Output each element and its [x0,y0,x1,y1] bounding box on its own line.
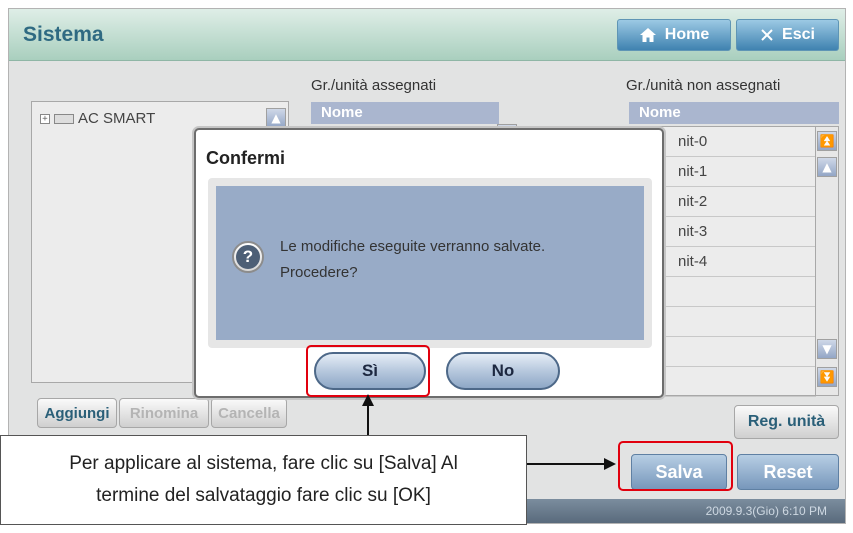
yes-highlight [306,345,430,397]
question-icon: ? [232,241,264,273]
home-label: Home [664,26,710,43]
callout-line1: Per applicare al sistema, fare clic su [… [69,453,458,474]
rename-button[interactable]: Rinomina [119,398,209,428]
tree-item-label: AC SMART [78,110,156,127]
assigned-column-title: Gr./unità assegnati [311,77,437,94]
title-bar: Sistema Home Esci [9,9,845,61]
instruction-callout: Per applicare al sistema, fare clic su [… [0,435,527,525]
scroll-bottom-icon[interactable]: ⏬ [817,367,837,387]
status-datetime: 2009.9.3(Gio) 6:10 PM [705,504,827,518]
save-highlight [618,441,733,491]
no-button[interactable]: No [446,352,560,390]
assigned-name-header: Nome [311,102,499,124]
reset-button[interactable]: Reset [737,454,839,490]
scroll-top-icon[interactable]: ⏫ [817,131,837,151]
tree-item-ac-smart[interactable]: + AC SMART [40,110,155,127]
exit-button[interactable]: Esci [736,19,839,51]
question-glyph: ? [236,245,260,269]
exit-label: Esci [782,26,815,43]
delete-button[interactable]: Cancella [211,398,287,428]
close-icon [761,29,773,41]
expand-icon[interactable]: + [40,113,50,124]
dialog-message: Le modifiche eseguite verranno salvate. … [280,234,650,286]
register-unit-button[interactable]: Reg. unità [734,405,839,439]
scroll-top-icon[interactable]: ▲ [266,108,286,128]
unassigned-name-header: Nome [629,102,839,124]
add-button[interactable]: Aggiungi [37,398,117,428]
scroll-up-icon[interactable]: ▲ [817,157,837,177]
unassigned-column-title: Gr./unità non assegnati [626,77,781,94]
dialog-message-line1: Le modifiche eseguite verranno salvate. [280,238,546,255]
callout-line2: termine del salvataggio fare clic su [OK… [96,485,431,506]
unassigned-scrollbar[interactable]: ⏫ ▲ ▼ ⏬ [815,126,839,396]
device-icon [54,113,74,124]
scroll-down-icon[interactable]: ▼ [817,339,837,359]
dialog-message-line2: Procedere? [280,264,358,281]
home-button[interactable]: Home [617,19,731,51]
dialog-message-box: ? Le modifiche eseguite verranno salvate… [208,178,652,348]
home-icon [639,28,656,42]
dialog-title: Confermi [206,148,286,168]
page-title: Sistema [23,23,104,46]
